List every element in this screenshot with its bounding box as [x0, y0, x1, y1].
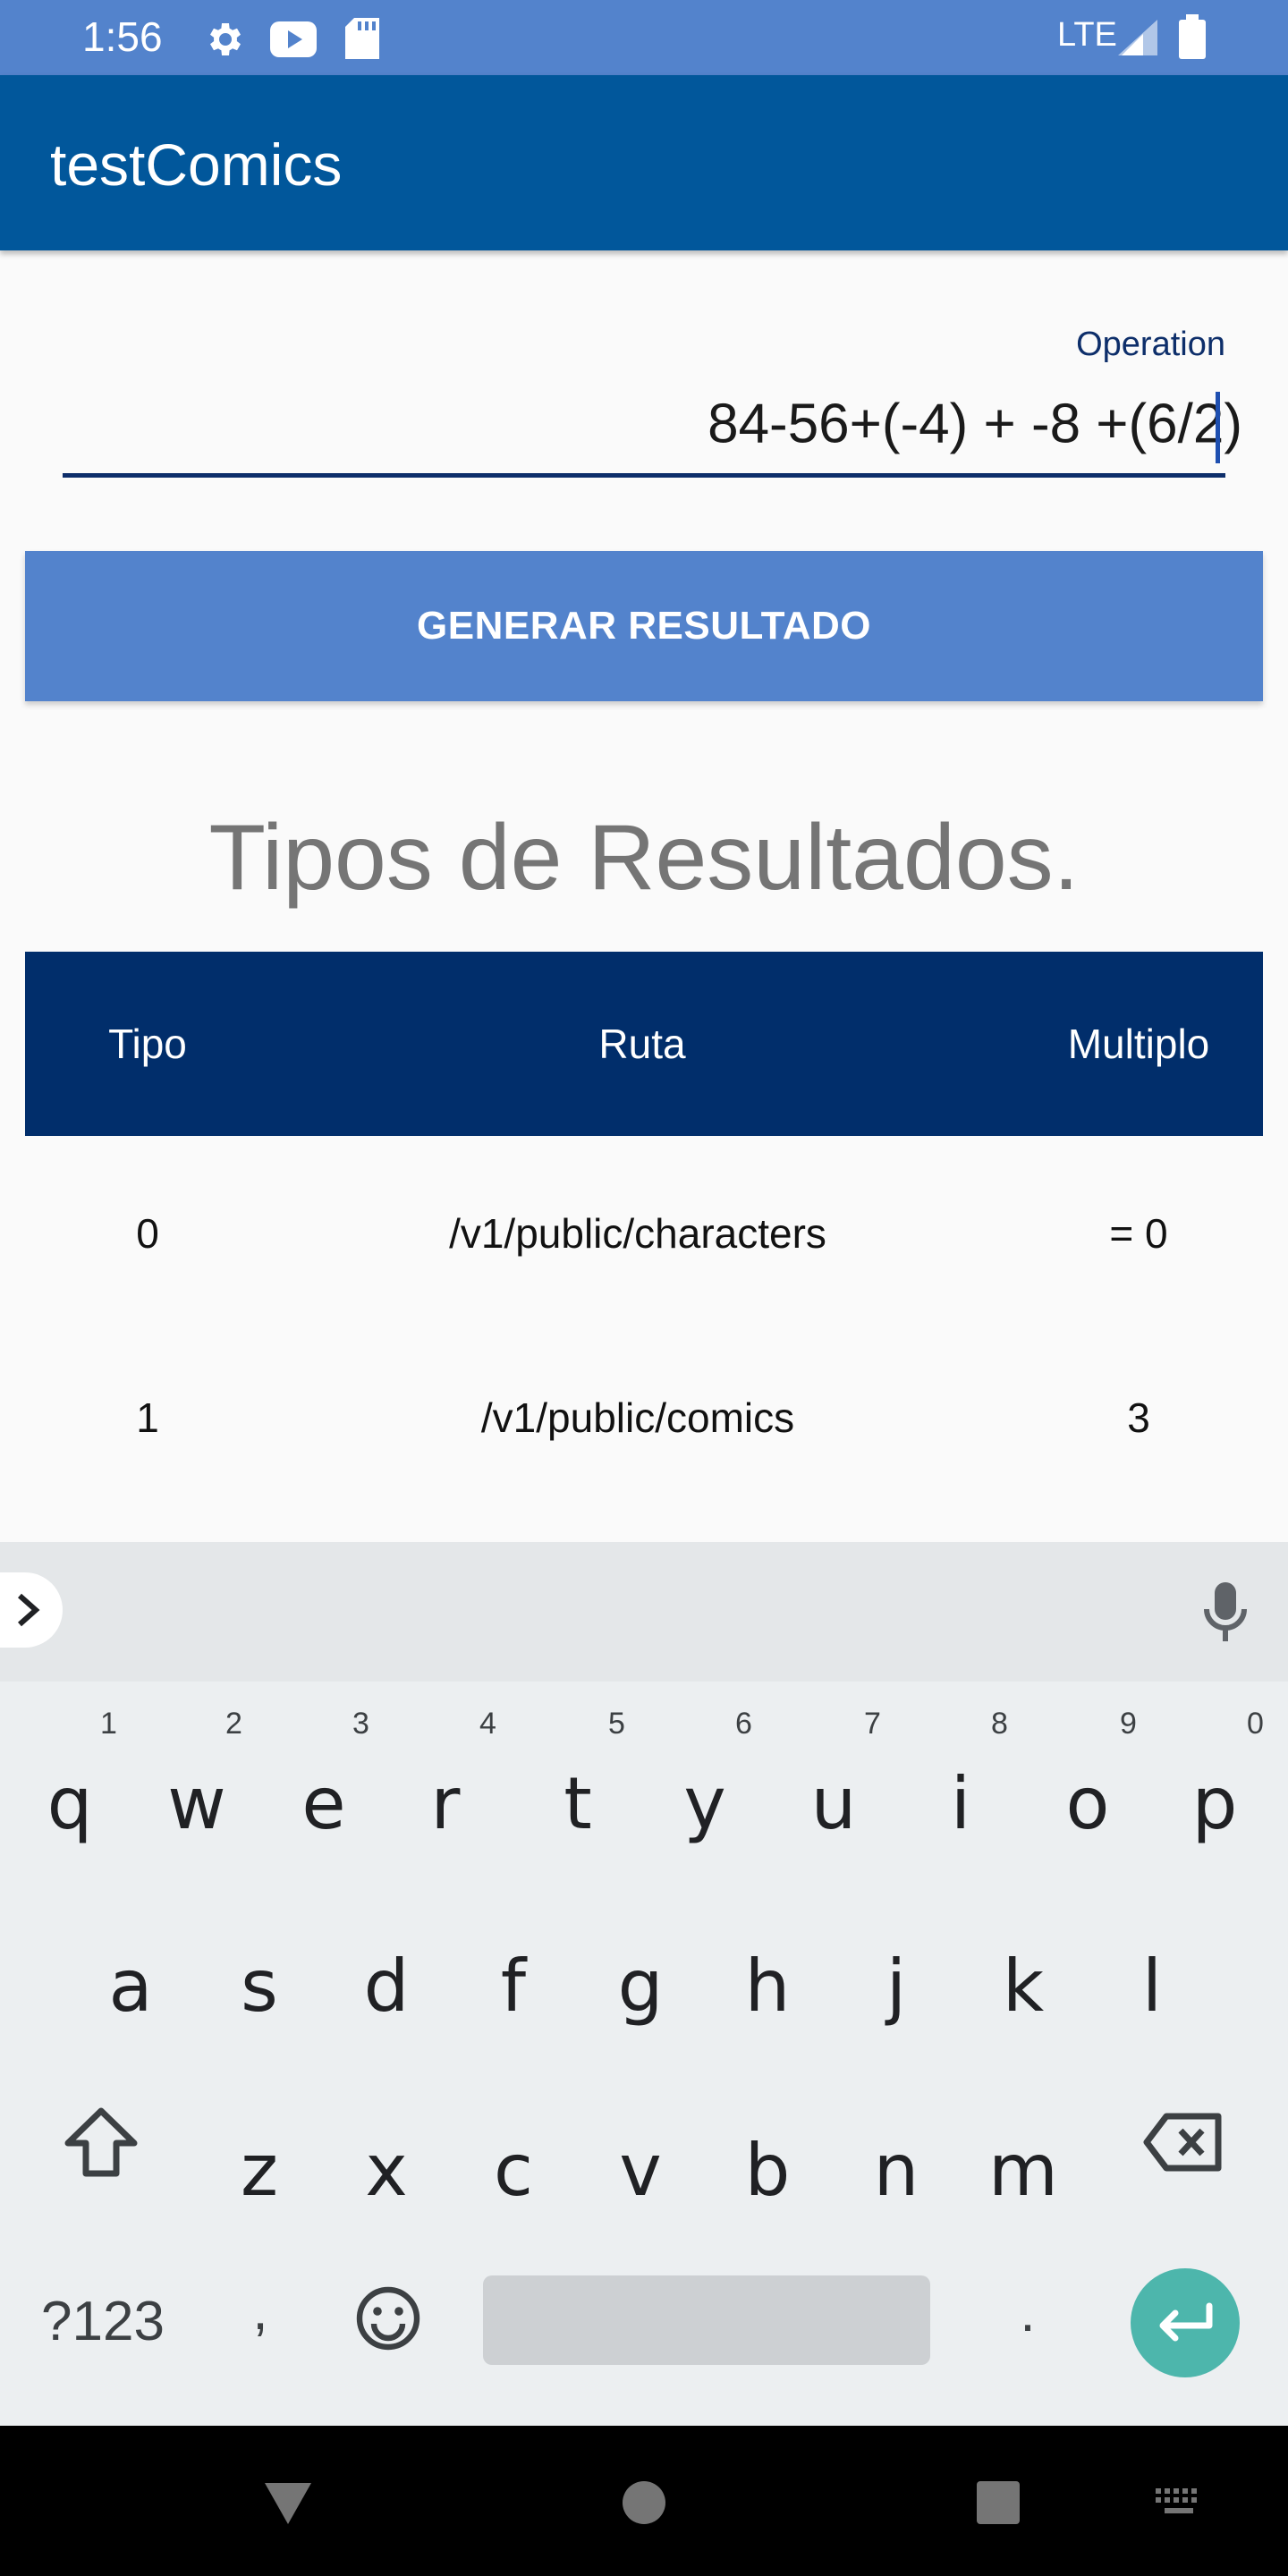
column-header-multiplo: Multiplo: [1067, 1021, 1210, 1067]
network-type: LTE: [1057, 16, 1117, 54]
column-header-ruta: Ruta: [598, 1021, 686, 1067]
keyboard-switch-icon[interactable]: [1154, 2487, 1204, 2519]
key-p[interactable]: p: [1170, 1762, 1259, 1845]
expand-toolbar-button[interactable]: [0, 1572, 63, 1648]
key-e[interactable]: e: [279, 1762, 369, 1845]
key-s[interactable]: s: [215, 1945, 304, 2028]
table-header: Tipo Ruta Multiplo: [25, 952, 1263, 1136]
text-cursor: [1216, 392, 1220, 463]
sd-card-icon: [345, 18, 379, 59]
key-r[interactable]: r: [401, 1762, 490, 1845]
backspace-icon[interactable]: [1141, 2111, 1225, 2174]
key-g[interactable]: g: [596, 1945, 685, 2028]
chevron-right-icon: [18, 1593, 40, 1627]
home-icon[interactable]: [621, 2479, 667, 2526]
status-bar: 1:56 LTE: [0, 0, 1288, 75]
enter-key[interactable]: [1131, 2268, 1240, 2377]
key-h[interactable]: h: [723, 1945, 812, 2028]
operation-label: Operation: [1076, 326, 1225, 363]
keyboard-toolbar: [0, 1542, 1288, 1682]
key-q[interactable]: q: [25, 1762, 114, 1845]
space-bar[interactable]: [483, 2275, 930, 2365]
key-u[interactable]: u: [789, 1762, 878, 1845]
generate-result-label: GENERAR RESULTADO: [417, 604, 871, 648]
app-title: testComics: [50, 131, 343, 198]
symbols-key[interactable]: ?123: [36, 2290, 170, 2353]
key-v[interactable]: v: [596, 2129, 685, 2212]
key-a[interactable]: a: [86, 1945, 175, 2028]
key-l[interactable]: l: [1107, 1945, 1197, 2028]
soft-keyboard: q w e r t y u i o p 1 2 3 4 5 6 7 8 9 0 …: [0, 1542, 1288, 2426]
key-k[interactable]: k: [979, 1945, 1068, 2028]
navigation-bar: [0, 2426, 1288, 2576]
row-tipo: 1: [136, 1394, 159, 1441]
key-hint: 9: [1120, 1707, 1137, 1741]
key-j[interactable]: j: [852, 1945, 941, 2028]
status-time: 1:56: [82, 13, 163, 60]
signal-icon: [1118, 20, 1157, 55]
results-heading: Tipos de Resultados.: [208, 806, 1080, 910]
key-f[interactable]: f: [469, 1945, 558, 2028]
row-ruta: /v1/public/comics: [480, 1394, 795, 1441]
battery-icon: [1179, 14, 1206, 59]
key-hint: 4: [479, 1707, 496, 1741]
key-hint: 7: [864, 1707, 881, 1741]
key-hint: 1: [100, 1707, 117, 1741]
column-header-tipo: Tipo: [108, 1021, 187, 1067]
key-m[interactable]: m: [979, 2129, 1068, 2212]
key-d[interactable]: d: [342, 1945, 431, 2028]
key-t[interactable]: t: [533, 1762, 623, 1845]
shift-icon[interactable]: [63, 2106, 140, 2179]
row-multiplo: 3: [1127, 1394, 1150, 1441]
key-y[interactable]: y: [660, 1762, 750, 1845]
key-w[interactable]: w: [152, 1762, 242, 1845]
key-z[interactable]: z: [215, 2129, 304, 2212]
key-hint: 0: [1247, 1707, 1264, 1741]
key-i[interactable]: i: [916, 1762, 1005, 1845]
key-hint: 3: [352, 1707, 369, 1741]
recents-icon[interactable]: [975, 2479, 1021, 2526]
key-hint: 5: [608, 1707, 625, 1741]
back-icon[interactable]: [261, 2478, 315, 2528]
row-tipo: 0: [136, 1210, 159, 1257]
key-n[interactable]: n: [852, 2129, 941, 2212]
table-row: 1 /v1/public/comics 3: [25, 1320, 1263, 1504]
key-hint: 2: [225, 1707, 242, 1741]
comma-key[interactable]: ,: [238, 2279, 283, 2343]
enter-icon: [1159, 2302, 1213, 2342]
row-multiplo: = 0: [1109, 1210, 1168, 1257]
operation-value: 84-56+(-4) + -8 +(6/2): [708, 393, 1242, 455]
operation-input[interactable]: 84-56+(-4) + -8 +(6/2): [63, 385, 1242, 478]
key-hint: 6: [735, 1707, 752, 1741]
operation-value-wrap: 84-56+(-4) + -8 +(6/2): [708, 392, 1242, 463]
table-row: 0 /v1/public/characters = 0: [25, 1136, 1263, 1320]
emoji-icon[interactable]: [354, 2284, 422, 2352]
row-ruta: /v1/public/characters: [449, 1210, 826, 1257]
key-c[interactable]: c: [469, 2129, 558, 2212]
key-o[interactable]: o: [1043, 1762, 1132, 1845]
youtube-icon: [270, 21, 317, 57]
settings-icon: [210, 23, 241, 55]
key-hint: 8: [991, 1707, 1008, 1741]
microphone-icon[interactable]: [1199, 1580, 1252, 1644]
key-b[interactable]: b: [723, 2129, 812, 2212]
app-bar: testComics: [0, 75, 1288, 250]
period-key[interactable]: .: [1005, 2281, 1050, 2344]
key-x[interactable]: x: [342, 2129, 431, 2212]
generate-result-button[interactable]: GENERAR RESULTADO: [25, 551, 1263, 701]
